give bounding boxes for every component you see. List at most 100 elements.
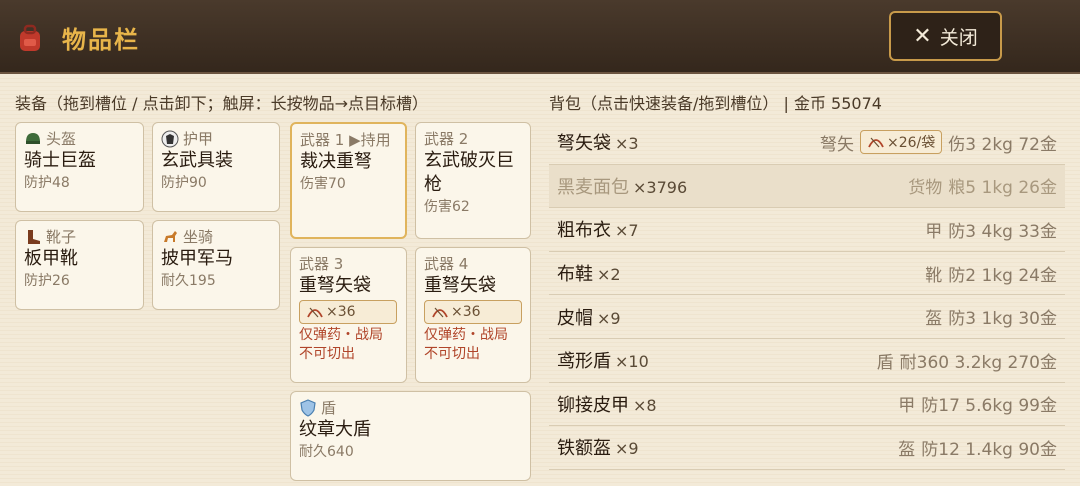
item-qty: ×9 bbox=[597, 308, 621, 328]
item-name: 铆接皮甲 bbox=[557, 394, 629, 416]
ammo-per-bag: ×26/袋 bbox=[887, 135, 936, 152]
equip-hint: 装备（拖到槽位 / 点击卸下；触屏：长按物品→点目标槽） bbox=[15, 94, 428, 113]
item-stats: 防2 1kg 24金 bbox=[948, 265, 1057, 286]
slot-type: 护甲 bbox=[161, 129, 271, 149]
equip-slot-helmet[interactable]: 头盔 骑士巨盔 防护48 bbox=[15, 122, 144, 212]
slot-item-stat: 防护26 bbox=[24, 273, 70, 289]
slot-item-name: 玄武具装 bbox=[161, 150, 233, 171]
slot-item-name: 板甲靴 bbox=[24, 248, 78, 269]
item-qty: ×3 bbox=[615, 134, 639, 154]
slot-item-stat: 防护90 bbox=[161, 175, 207, 191]
bow-icon bbox=[432, 307, 448, 318]
slot-type-label: 坐骑 bbox=[183, 228, 214, 246]
item-category: 靴 bbox=[925, 265, 943, 286]
bag-item-row[interactable]: 皮帽 ×9 盔防3 1kg 30金 bbox=[549, 295, 1065, 339]
slot-item-name: 重弩矢袋 bbox=[299, 275, 371, 296]
equip-slot-armor[interactable]: 护甲 玄武具装 防护90 bbox=[152, 122, 280, 212]
bag-item-row[interactable]: 铁额盔 ×9 盔防12 1.4kg 90金 bbox=[549, 426, 1065, 470]
slot-item-name: 纹章大盾 bbox=[299, 419, 371, 440]
boots-icon bbox=[28, 230, 40, 244]
slot-item-name: 披甲军马 bbox=[161, 248, 233, 269]
equip-slot-weapon-4[interactable]: 武器 4 重弩矢袋 ×36 仅弹药・战局 不可切出 bbox=[415, 247, 531, 383]
armor-icon bbox=[161, 130, 179, 148]
item-qty: ×8 bbox=[633, 395, 657, 415]
item-category: 甲 bbox=[898, 396, 916, 417]
item-meta: 盾耐360 3.2kg 270金 bbox=[877, 348, 1057, 373]
item-stats: 防17 5.6kg 99金 bbox=[921, 396, 1057, 417]
ammo-badge: ×36 bbox=[299, 300, 397, 324]
item-name: 黑麦面包 bbox=[557, 176, 629, 198]
slot-type: 坐骑 bbox=[161, 227, 271, 247]
bag-item-row[interactable]: 弩矢袋 ×3 弩矢 ×26/袋 伤3 2kg 72金 bbox=[549, 121, 1065, 165]
item-meta: 弩矢 ×26/袋 伤3 2kg 72金 bbox=[820, 128, 1057, 156]
slot-type-label: 盾 bbox=[321, 399, 337, 417]
item-meta: 盔防12 1.4kg 90金 bbox=[898, 435, 1057, 460]
slot-type: 盾 bbox=[299, 398, 522, 418]
close-label: 关闭 bbox=[939, 26, 978, 49]
page-title: 物品栏 bbox=[62, 26, 140, 54]
slot-item-name: 骑士巨盔 bbox=[24, 150, 96, 171]
equip-slot-shield[interactable]: 盾 纹章大盾 耐久640 bbox=[290, 391, 531, 481]
item-category: 盔 bbox=[925, 309, 943, 330]
bow-icon bbox=[307, 307, 323, 318]
backpack-list: 弩矢袋 ×3 弩矢 ×26/袋 伤3 2kg 72金 黑麦面包 ×3796 货物 粮5… bbox=[549, 121, 1065, 470]
item-name: 布鞋 bbox=[557, 264, 593, 286]
slot-item-name: 玄武破灭巨枪 bbox=[424, 150, 514, 195]
bag-item-row[interactable]: 铆接皮甲 ×8 甲防17 5.6kg 99金 bbox=[549, 383, 1065, 427]
item-stats: 防3 1kg 30金 bbox=[948, 309, 1057, 330]
slot-type-label: 头盔 bbox=[46, 130, 77, 148]
slot-item-name: 重弩矢袋 bbox=[424, 275, 496, 296]
item-name: 弩矢袋 bbox=[557, 133, 611, 155]
item-meta: 货物 粮5 1kg 26金 bbox=[908, 173, 1057, 198]
slot-item-stat: 耐久640 bbox=[299, 444, 354, 460]
slot-type-label: 武器 3 bbox=[299, 255, 344, 273]
equip-slot-weapon-3[interactable]: 武器 3 重弩矢袋 ×36 仅弹药・战局 不可切出 bbox=[290, 247, 407, 383]
item-name: 铁额盔 bbox=[557, 438, 611, 460]
bag-item-row[interactable]: 布鞋 ×2 靴防2 1kg 24金 bbox=[549, 252, 1065, 296]
close-button[interactable]: ✕ 关闭 bbox=[889, 11, 1002, 61]
equip-slot-weapon-2[interactable]: 武器 2 玄武破灭巨枪 伤害62 bbox=[415, 122, 531, 239]
close-icon: ✕ bbox=[913, 23, 932, 49]
item-name: 鸢形盾 bbox=[557, 351, 611, 373]
item-qty: ×3796 bbox=[633, 177, 688, 197]
slot-note: 不可切出 bbox=[424, 346, 480, 362]
bag-item-row[interactable]: 鸢形盾 ×10 盾耐360 3.2kg 270金 bbox=[549, 339, 1065, 383]
ammo-count: ×36 bbox=[451, 304, 481, 320]
slot-type: 靴子 bbox=[24, 227, 135, 247]
slot-type-label: 武器 2 bbox=[424, 130, 469, 148]
bag-item-row[interactable]: 黑麦面包 ×3796 货物 粮5 1kg 26金 bbox=[549, 164, 1065, 209]
slot-note: 不可切出 bbox=[299, 346, 355, 362]
slot-note: 仅弹药・战局 bbox=[299, 327, 383, 343]
horse-icon bbox=[164, 231, 177, 242]
equip-slot-weapon-1[interactable]: 武器 1 ▶持用 裁决重弩 伤害70 bbox=[290, 122, 407, 239]
item-category: 弩矢 bbox=[820, 134, 855, 155]
item-qty: ×10 bbox=[615, 352, 649, 372]
slot-type-label: 护甲 bbox=[183, 130, 214, 148]
item-qty: ×9 bbox=[615, 439, 639, 459]
slot-item-stat: 伤害62 bbox=[424, 199, 470, 215]
item-stats: 防3 4kg 33金 bbox=[948, 221, 1057, 242]
inventory-panel: 装备（拖到槽位 / 点击卸下；触屏：长按物品→点目标槽） 背包（点击快速装备/拖… bbox=[0, 76, 1080, 486]
backpack-icon bbox=[20, 24, 40, 51]
slot-type-label: 武器 1 ▶持用 bbox=[300, 131, 391, 149]
bow-icon bbox=[868, 137, 884, 148]
equip-slot-mount[interactable]: 坐骑 披甲军马 耐久195 bbox=[152, 220, 280, 310]
item-category: 货物 bbox=[908, 178, 943, 199]
slot-note: 仅弹药・战局 bbox=[424, 327, 508, 343]
item-qty: ×7 bbox=[615, 221, 639, 241]
slot-item-name: 裁决重弩 bbox=[300, 151, 372, 172]
slot-item-stat: 耐久195 bbox=[161, 273, 216, 289]
bag-hint: 背包（点击快速装备/拖到槽位） | 金币 55074 bbox=[549, 94, 882, 113]
item-stats: 伤3 2kg 72金 bbox=[948, 134, 1057, 155]
item-category: 甲 bbox=[925, 221, 943, 242]
item-meta: 靴防2 1kg 24金 bbox=[925, 261, 1057, 286]
slot-item-stat: 伤害70 bbox=[300, 176, 346, 192]
item-meta: 盔防3 1kg 30金 bbox=[925, 304, 1057, 329]
slot-type: 头盔 bbox=[24, 129, 135, 149]
ammo-count: ×36 bbox=[326, 304, 356, 320]
slot-type-label: 靴子 bbox=[46, 228, 77, 246]
item-stats: 防12 1.4kg 90金 bbox=[921, 439, 1057, 460]
equip-slot-boots[interactable]: 靴子 板甲靴 防护26 bbox=[15, 220, 144, 310]
item-category: 盔 bbox=[898, 439, 916, 460]
bag-item-row[interactable]: 粗布衣 ×7 甲防3 4kg 33金 bbox=[549, 208, 1065, 252]
